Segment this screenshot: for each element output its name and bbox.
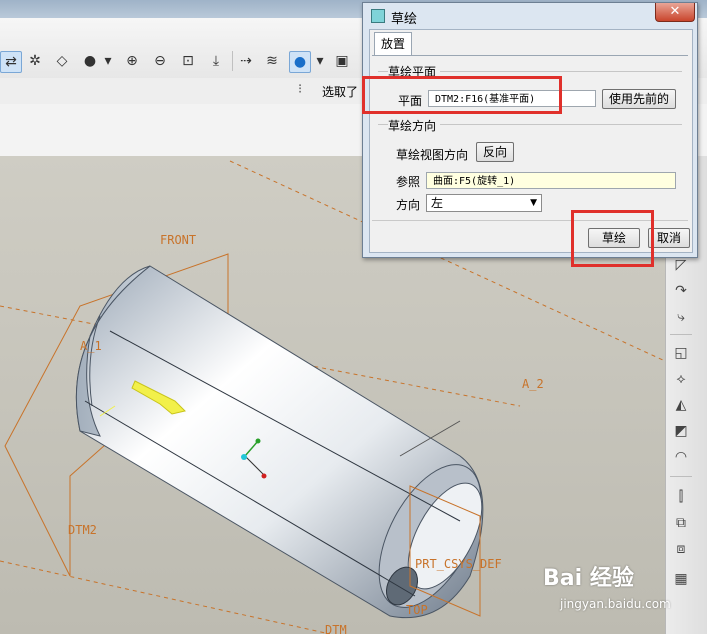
spin-center-icon[interactable]: ✲ bbox=[25, 51, 45, 71]
view-direction-label: 草绘视图方向 bbox=[396, 148, 469, 162]
filter-icon: ⁝ bbox=[298, 82, 303, 97]
datum-label-dtm-bottom: DTM bbox=[325, 623, 347, 634]
close-icon: ✕ bbox=[669, 4, 681, 19]
shade-icon[interactable]: ● bbox=[80, 51, 100, 71]
revolve-icon[interactable]: ↷ bbox=[670, 280, 692, 302]
orientation-group-title: 草绘方向 bbox=[388, 117, 441, 134]
shell-icon[interactable]: ◩ bbox=[670, 420, 692, 442]
trim-icon[interactable]: ⧈ bbox=[670, 538, 692, 560]
pattern-icon[interactable]: ▦ bbox=[670, 568, 692, 590]
merge-icon[interactable]: ⧉ bbox=[670, 512, 692, 534]
hole-icon[interactable]: ◱ bbox=[670, 342, 692, 364]
use-previous-button[interactable]: 使用先前的 bbox=[602, 89, 676, 109]
watermark-url: jingyan.baidu.com bbox=[560, 597, 671, 611]
refit-icon[interactable]: ⊡ bbox=[178, 51, 198, 71]
sweep-icon[interactable]: ⤷ bbox=[670, 306, 692, 328]
close-button[interactable]: ✕ bbox=[655, 3, 695, 22]
dropdown-icon[interactable]: ▾ bbox=[102, 51, 114, 71]
plane-icon[interactable]: ◇ bbox=[52, 51, 72, 71]
csys-label: PRT_CSYS_DEF bbox=[415, 557, 502, 571]
zoom-in-icon[interactable]: ⊕ bbox=[122, 51, 142, 71]
dialog-titlebar[interactable]: 草绘 ✕ bbox=[363, 3, 697, 29]
draft-icon[interactable]: ◠ bbox=[670, 446, 692, 468]
plane-highlight-box bbox=[362, 76, 562, 114]
tab-placement[interactable]: 放置 bbox=[374, 32, 412, 55]
cancel-button[interactable]: 取消 bbox=[648, 228, 690, 248]
datum-label-front: FRONT bbox=[160, 233, 197, 247]
direction-label: 方向 bbox=[396, 198, 421, 212]
reorient-icon[interactable]: ⤓ bbox=[206, 51, 226, 71]
save-view-icon[interactable]: ▣ bbox=[332, 51, 352, 71]
datum-label-a2: A_2 bbox=[522, 377, 544, 391]
selection-filter-label: 选取了 bbox=[322, 85, 359, 99]
datum-label-a1: A_1 bbox=[80, 339, 102, 353]
direction-value: 左 bbox=[431, 196, 444, 210]
sketch-button-highlight-box bbox=[571, 210, 654, 267]
datum-label-dtm2: DTM2 bbox=[68, 523, 97, 537]
sketch-icon bbox=[371, 9, 385, 23]
chamfer-icon[interactable]: ◭ bbox=[670, 394, 692, 416]
watermark-logo: Bai 经验 bbox=[543, 566, 634, 591]
dialog-title: 草绘 bbox=[391, 12, 418, 27]
mirror-icon[interactable]: ⫿ bbox=[670, 486, 692, 508]
direction-select[interactable]: 左 ▼ bbox=[426, 194, 542, 212]
datum-label-top: TOP bbox=[406, 603, 428, 617]
reference-field[interactable]: 曲面:F5(旋转_1) bbox=[426, 172, 676, 189]
flip-button[interactable]: 反向 bbox=[476, 142, 514, 162]
reference-label: 参照 bbox=[396, 175, 421, 189]
dropdown-icon[interactable]: ▾ bbox=[314, 51, 326, 71]
datum-display-icon[interactable]: ⇢ bbox=[236, 51, 256, 71]
display-style-icon[interactable]: ● bbox=[289, 51, 311, 73]
snap-icon[interactable]: ⇄ bbox=[0, 51, 22, 73]
chevron-down-icon: ▼ bbox=[530, 198, 537, 208]
layers-icon[interactable]: ≋ bbox=[262, 51, 282, 71]
round-icon[interactable]: ⟡ bbox=[670, 368, 692, 390]
zoom-out-icon[interactable]: ⊖ bbox=[150, 51, 170, 71]
